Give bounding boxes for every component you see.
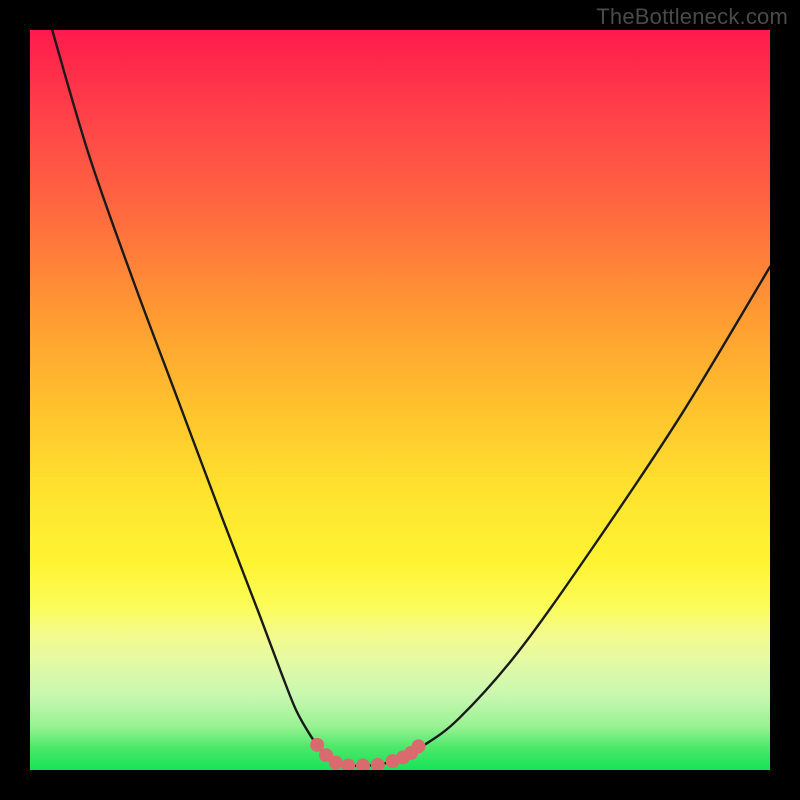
optimal-marker: [341, 759, 355, 770]
bottleneck-curve-path: [52, 30, 770, 766]
plot-area: [30, 30, 770, 770]
optimal-marker: [371, 758, 385, 770]
chart-frame: TheBottleneck.com: [0, 0, 800, 800]
optimal-marker: [329, 756, 343, 770]
optimal-zone-markers: [310, 738, 425, 770]
optimal-marker: [356, 759, 370, 770]
optimal-marker: [412, 739, 426, 753]
watermark-text: TheBottleneck.com: [596, 4, 788, 30]
curve-layer: [30, 30, 770, 770]
